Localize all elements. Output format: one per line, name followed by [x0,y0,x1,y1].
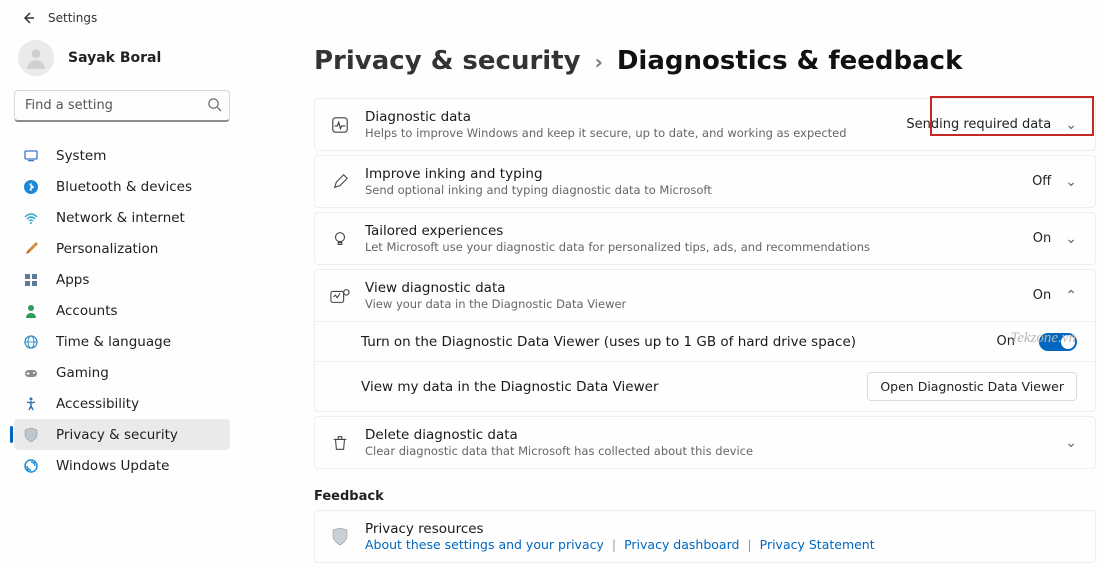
trash-icon [329,432,351,454]
sub-row-viewer-toggle: Turn on the Diagnostic Data Viewer (uses… [315,321,1095,361]
user-name: Sayak Boral [68,50,161,66]
sidebar-label: Accessibility [56,396,139,412]
toggle-value: On [997,334,1015,349]
breadcrumb: Privacy & security › Diagnostics & feedb… [314,46,1096,76]
chevron-up-icon: ⌃ [1065,288,1077,304]
card-subtitle: Let Microsoft use your diagnostic data f… [365,240,1033,254]
sidebar-item-bluetooth[interactable]: Bluetooth & devices [14,171,230,202]
sidebar-item-windows-update[interactable]: Windows Update [14,450,230,481]
sidebar-item-personalization[interactable]: Personalization [14,233,230,264]
card-subtitle: Clear diagnostic data that Microsoft has… [365,444,1065,458]
card-tailored-experiences[interactable]: Tailored experiences Let Microsoft use y… [314,212,1096,265]
card-subtitle: View your data in the Diagnostic Data Vi… [365,297,1033,311]
card-title: Delete diagnostic data [365,427,1065,443]
privacy-links: About these settings and your privacy | … [365,537,1077,552]
sub-row-label: View my data in the Diagnostic Data View… [361,379,867,395]
card-value: Sending required data [906,117,1051,132]
user-block[interactable]: Sayak Boral [14,40,230,76]
pen-icon [329,171,351,193]
breadcrumb-parent[interactable]: Privacy & security [314,46,581,76]
search-box[interactable] [14,90,230,122]
sidebar-item-system[interactable]: System [14,140,230,171]
app-title: Settings [48,11,97,25]
sidebar-label: Time & language [56,334,171,350]
sidebar-item-network[interactable]: Network & internet [14,202,230,233]
section-heading-feedback: Feedback [314,489,1096,504]
card-inking-typing[interactable]: Improve inking and typing Send optional … [314,155,1096,208]
sidebar-item-accounts[interactable]: Accounts [14,295,230,326]
back-arrow-icon [20,10,36,26]
sidebar-item-privacy-security[interactable]: Privacy & security [14,419,230,450]
card-header[interactable]: View diagnostic data View your data in t… [315,270,1095,321]
wifi-icon [22,209,40,227]
page-title: Diagnostics & feedback [617,46,963,76]
sidebar-label: Windows Update [56,458,169,474]
card-title: Improve inking and typing [365,166,1032,182]
sidebar-label: Personalization [56,241,158,257]
card-subtitle: Send optional inking and typing diagnost… [365,183,1032,197]
update-icon [22,457,40,475]
card-subtitle: Helps to improve Windows and keep it sec… [365,126,906,140]
chevron-down-icon: ⌄ [1065,117,1077,133]
heartbeat-icon [329,114,351,136]
card-value: On [1033,231,1051,246]
card-view-diagnostic-data: View diagnostic data View your data in t… [314,269,1096,412]
chevron-down-icon: ⌄ [1065,174,1077,190]
data-report-icon [329,285,351,307]
paintbrush-icon [22,240,40,258]
content-area: Privacy & security › Diagnostics & feedb… [240,36,1100,567]
search-input[interactable] [14,90,230,122]
bluetooth-icon [22,178,40,196]
tips-icon [329,228,351,250]
link-privacy-dashboard[interactable]: Privacy dashboard [624,537,739,552]
sidebar-label: Network & internet [56,210,185,226]
sidebar: Sayak Boral System Bluetooth & devices N… [0,36,240,567]
card-title: Diagnostic data [365,109,906,125]
sidebar-nav: System Bluetooth & devices Network & int… [14,140,230,481]
sidebar-label: Gaming [56,365,109,381]
sidebar-label: Accounts [56,303,118,319]
avatar [18,40,54,76]
toggle-switch[interactable] [1039,333,1077,351]
card-value: On [1033,288,1051,303]
apps-icon [22,271,40,289]
chevron-down-icon: ⌄ [1065,435,1077,451]
sidebar-item-gaming[interactable]: Gaming [14,357,230,388]
sidebar-item-accessibility[interactable]: Accessibility [14,388,230,419]
shield-icon [329,526,351,548]
sub-row-label: Turn on the Diagnostic Data Viewer (uses… [361,334,997,350]
title-bar: Settings [0,0,1100,36]
gamepad-icon [22,364,40,382]
chevron-down-icon: ⌄ [1065,231,1077,247]
open-diagnostic-viewer-button[interactable]: Open Diagnostic Data Viewer [867,372,1077,401]
card-privacy-resources: Privacy resources About these settings a… [314,510,1096,563]
card-delete-diagnostic-data[interactable]: Delete diagnostic data Clear diagnostic … [314,416,1096,469]
card-title: Tailored experiences [365,223,1033,239]
system-icon [22,147,40,165]
sub-row-open-viewer: View my data in the Diagnostic Data View… [315,361,1095,411]
card-title: View diagnostic data [365,280,1033,296]
sidebar-label: System [56,148,106,164]
globe-icon [22,333,40,351]
chevron-right-icon: › [595,50,603,74]
sidebar-label: Privacy & security [56,427,178,443]
search-icon [207,97,222,116]
card-title: Privacy resources [365,521,1077,537]
avatar-icon [23,45,49,71]
back-button[interactable] [18,8,38,28]
sidebar-item-apps[interactable]: Apps [14,264,230,295]
link-about-settings[interactable]: About these settings and your privacy [365,537,604,552]
card-diagnostic-data[interactable]: Diagnostic data Helps to improve Windows… [314,98,1096,151]
sidebar-label: Apps [56,272,89,288]
sidebar-item-time-language[interactable]: Time & language [14,326,230,357]
card-value: Off [1032,174,1051,189]
accessibility-icon [22,395,40,413]
person-icon [22,302,40,320]
link-privacy-statement[interactable]: Privacy Statement [760,537,875,552]
shield-icon [22,426,40,444]
sidebar-label: Bluetooth & devices [56,179,192,195]
